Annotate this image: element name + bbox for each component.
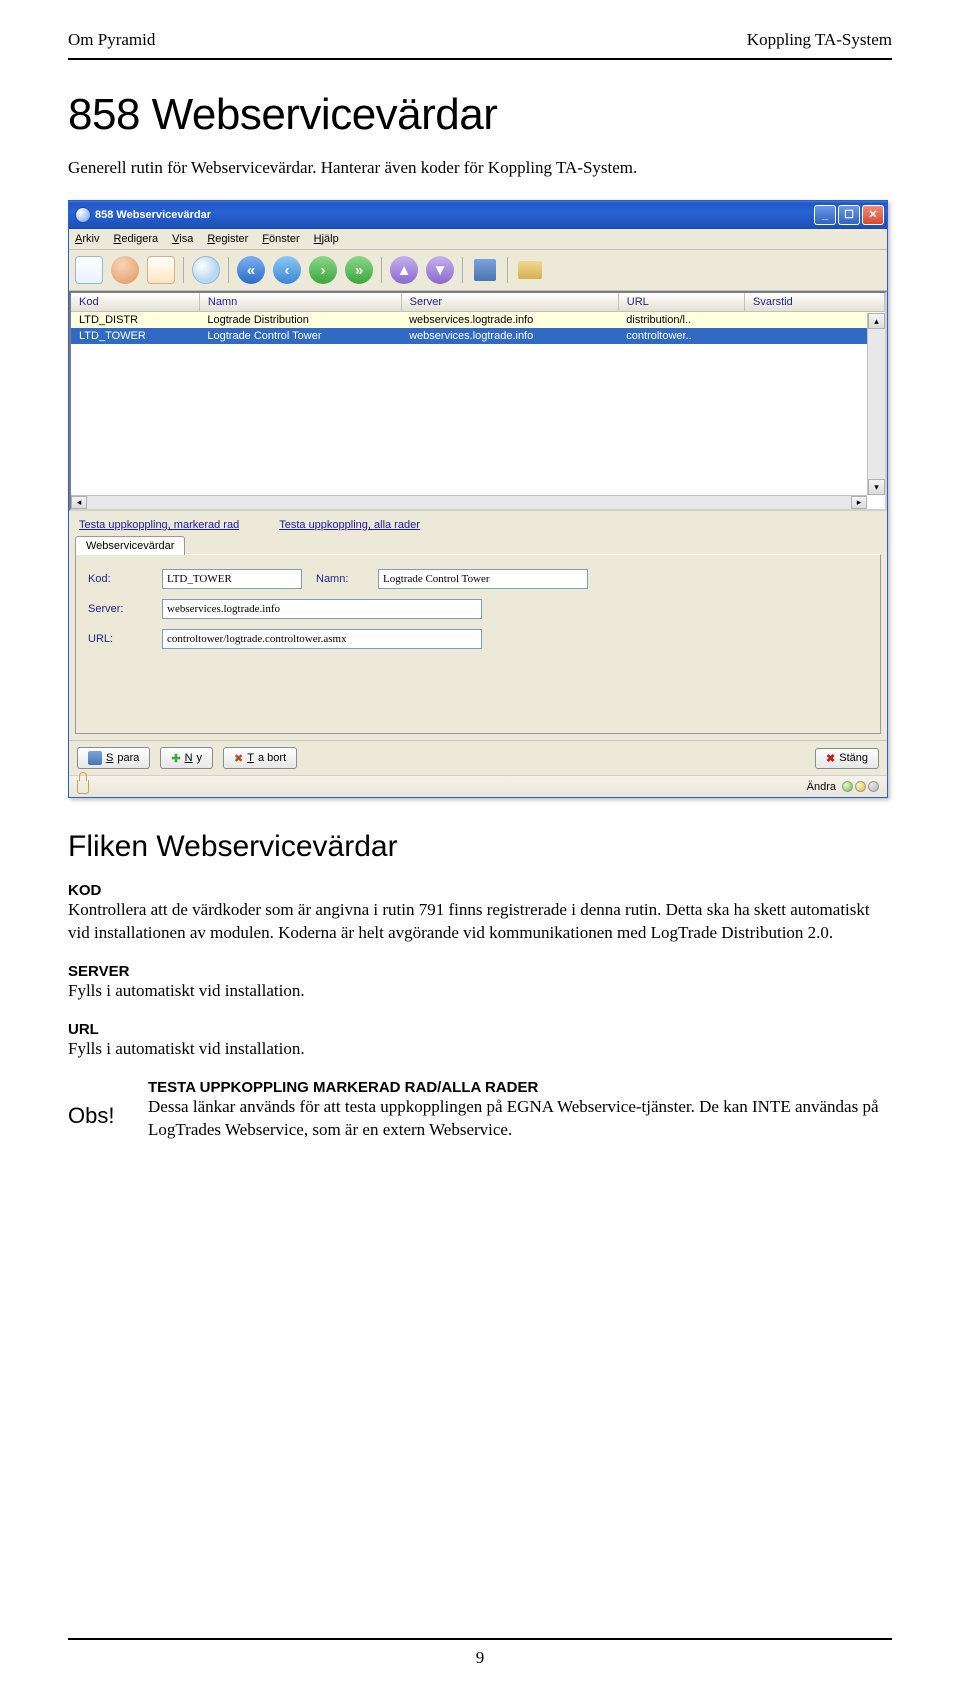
obs-heading: TESTA UPPKOPPLING MARKERAD RAD/ALLA RADE… bbox=[148, 1079, 892, 1096]
save-icon bbox=[88, 751, 102, 765]
spara-label: para bbox=[117, 752, 139, 764]
test-links: Testa uppkoppling, markerad rad Testa up… bbox=[69, 511, 887, 535]
server-input[interactable] bbox=[162, 599, 482, 619]
toolbar-separator bbox=[381, 257, 382, 283]
app-window: 858 Webservicevärdar _ ☐ ✕ Arkiv Rediger… bbox=[68, 200, 888, 798]
server-label: Server: bbox=[88, 603, 148, 615]
url-label: URL: bbox=[88, 633, 148, 645]
app-icon bbox=[75, 207, 91, 223]
tabort-button[interactable]: ✖ Ta bort bbox=[223, 747, 297, 769]
col-url[interactable]: URL bbox=[618, 293, 744, 312]
col-server[interactable]: Server bbox=[401, 293, 618, 312]
menubar: Arkiv Redigera Visa Register Fönster Hjä… bbox=[69, 229, 887, 250]
scroll-right-button[interactable]: ▸ bbox=[851, 496, 867, 509]
footer-rule bbox=[68, 1638, 892, 1640]
nav-up-button[interactable]: ▲ bbox=[390, 256, 418, 284]
scroll-left-button[interactable]: ◂ bbox=[71, 496, 87, 509]
status-bar: Ändra bbox=[69, 775, 887, 797]
toolbar-separator bbox=[507, 257, 508, 283]
plus-icon: ✚ bbox=[171, 752, 180, 765]
maximize-button[interactable]: ☐ bbox=[838, 205, 860, 225]
ny-label: y bbox=[197, 752, 203, 764]
nav-last-button[interactable]: » bbox=[345, 256, 373, 284]
spara-button[interactable]: Spara bbox=[77, 747, 150, 769]
titlebar: 858 Webservicevärdar _ ☐ ✕ bbox=[69, 201, 887, 229]
table-row[interactable]: LTD_TOWER Logtrade Control Tower webserv… bbox=[71, 328, 885, 344]
status-dots bbox=[842, 781, 879, 792]
window-title: 858 Webservicevärdar bbox=[95, 209, 814, 221]
scroll-up-button[interactable]: ▴ bbox=[868, 313, 885, 329]
vertical-scrollbar[interactable]: ▴ ▾ bbox=[867, 313, 885, 495]
toolbar-separator bbox=[183, 257, 184, 283]
page-header: Om Pyramid Koppling TA-System bbox=[68, 0, 892, 60]
status-dot-grey bbox=[868, 781, 879, 792]
col-kod[interactable]: Kod bbox=[71, 293, 199, 312]
nav-down-button[interactable]: ▼ bbox=[426, 256, 454, 284]
namn-label: Namn: bbox=[316, 573, 364, 585]
save-icon[interactable] bbox=[471, 256, 499, 284]
tabort-label: a bort bbox=[258, 752, 286, 764]
header-right: Koppling TA-System bbox=[747, 30, 892, 50]
kod-text: Kontrollera att de värdkoder som är angi… bbox=[68, 899, 892, 945]
stang-label: Stäng bbox=[839, 752, 868, 764]
server-heading: SERVER bbox=[68, 963, 892, 980]
toolbar-separator bbox=[228, 257, 229, 283]
toolbar: « ‹ › » ▲ ▼ bbox=[69, 250, 887, 291]
status-andra-label: Ändra bbox=[807, 781, 836, 793]
server-text: Fylls i automatiskt vid installation. bbox=[68, 980, 892, 1003]
toolbar-separator bbox=[462, 257, 463, 283]
nav-next-button[interactable]: › bbox=[309, 256, 337, 284]
namn-input[interactable] bbox=[378, 569, 588, 589]
page-number: 9 bbox=[0, 1648, 960, 1668]
url-text: Fylls i automatiskt vid installation. bbox=[68, 1038, 892, 1061]
header-left: Om Pyramid bbox=[68, 30, 155, 50]
status-dot-yellow bbox=[855, 781, 866, 792]
scroll-down-button[interactable]: ▾ bbox=[868, 479, 885, 495]
test-marked-link[interactable]: Testa uppkoppling, markerad rad bbox=[79, 519, 239, 531]
intro-paragraph: Generell rutin för Webservicevärdar. Han… bbox=[68, 158, 892, 178]
menu-arkiv[interactable]: Arkiv bbox=[75, 233, 99, 245]
menu-fonster[interactable]: Fönster bbox=[262, 233, 299, 245]
close-button[interactable]: ✕ bbox=[862, 205, 884, 225]
horizontal-scrollbar[interactable]: ◂ ▸ bbox=[71, 495, 867, 509]
delete-icon: ✖ bbox=[234, 752, 243, 765]
obs-label: Obs! bbox=[68, 1079, 128, 1142]
menu-visa[interactable]: Visa bbox=[172, 233, 193, 245]
edit-icon[interactable] bbox=[147, 256, 175, 284]
close-x-icon: ✖ bbox=[826, 752, 835, 765]
ny-button[interactable]: ✚ Ny bbox=[160, 747, 213, 769]
url-input[interactable] bbox=[162, 629, 482, 649]
help-book-icon[interactable] bbox=[516, 256, 544, 284]
col-namn[interactable]: Namn bbox=[199, 293, 401, 312]
menu-register[interactable]: Register bbox=[207, 233, 248, 245]
menu-hjalp[interactable]: Hjälp bbox=[314, 233, 339, 245]
status-dot-green bbox=[842, 781, 853, 792]
page-title: 858 Webservicevärdar bbox=[68, 90, 892, 140]
kod-heading: KOD bbox=[68, 882, 892, 899]
test-all-link[interactable]: Testa uppkoppling, alla rader bbox=[279, 519, 420, 531]
nav-prev-button[interactable]: ‹ bbox=[273, 256, 301, 284]
kod-input[interactable] bbox=[162, 569, 302, 589]
document-icon[interactable] bbox=[75, 256, 103, 284]
bottom-bar: Spara ✚ Ny ✖ Ta bort ✖ Stäng bbox=[69, 740, 887, 775]
form-panel: Kod: Namn: Server: URL: bbox=[75, 554, 881, 734]
col-svarstid[interactable]: Svarstid bbox=[745, 293, 885, 312]
section-title: Fliken Webservicevärdar bbox=[68, 830, 892, 864]
table-row[interactable]: LTD_DISTR Logtrade Distribution webservi… bbox=[71, 312, 885, 329]
search-icon[interactable] bbox=[192, 256, 220, 284]
stang-button[interactable]: ✖ Stäng bbox=[815, 748, 879, 769]
user-icon[interactable] bbox=[111, 256, 139, 284]
data-grid[interactable]: Kod Namn Server URL Svarstid LTD_DISTR L… bbox=[69, 291, 887, 511]
obs-text: Dessa länkar används för att testa uppko… bbox=[148, 1096, 892, 1142]
minimize-button[interactable]: _ bbox=[814, 205, 836, 225]
url-heading: URL bbox=[68, 1021, 892, 1038]
menu-redigera[interactable]: Redigera bbox=[113, 233, 158, 245]
nav-first-button[interactable]: « bbox=[237, 256, 265, 284]
tab-webservicevardar[interactable]: Webservicevärdar bbox=[75, 536, 185, 555]
kod-label: Kod: bbox=[88, 573, 148, 585]
lock-icon bbox=[77, 780, 89, 794]
